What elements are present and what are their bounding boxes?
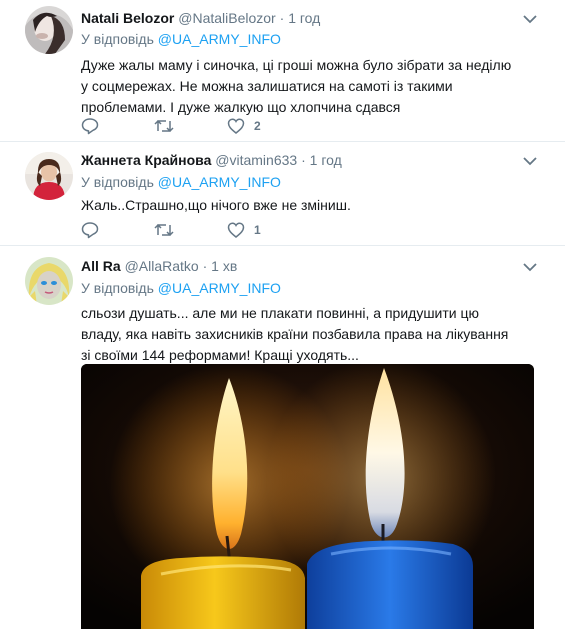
avatar[interactable] xyxy=(25,6,73,54)
like-button[interactable]: 1 xyxy=(227,221,261,239)
separator-dot: · xyxy=(301,152,306,168)
chevron-down-icon[interactable] xyxy=(523,262,537,272)
display-name[interactable]: Жаннета Крайнова xyxy=(81,152,211,168)
tweet-header: All Ra @AllaRatko · 1 хв xyxy=(81,258,237,274)
timestamp[interactable]: 1 год xyxy=(288,10,320,26)
tweet-text: сльози душать... але ми не плакати повин… xyxy=(81,305,509,363)
tweet-text: Дуже жалы маму і синочка, ці гроші можна… xyxy=(81,57,512,115)
reply-button[interactable] xyxy=(81,117,99,135)
retweet-button[interactable] xyxy=(154,117,174,135)
avatar[interactable] xyxy=(25,257,73,305)
reply-icon xyxy=(81,118,99,135)
separator-dot: · xyxy=(279,10,285,26)
reply-context: У відповідь @UA_ARMY_INFO xyxy=(81,174,281,190)
timestamp[interactable]: 1 хв xyxy=(211,258,237,274)
chevron-down-icon[interactable] xyxy=(523,156,537,166)
reply-icon xyxy=(81,222,99,239)
tweet-header: Natali Belozor @NataliBelozor · 1 год xyxy=(81,10,320,26)
like-button[interactable]: 2 xyxy=(227,117,261,135)
reply-button[interactable] xyxy=(81,221,99,239)
reply-context: У відповідь @UA_ARMY_INFO xyxy=(81,280,281,296)
tweet-2[interactable]: Жаннета Крайнова @vitamin633 · 1 год У в… xyxy=(0,142,565,246)
reply-context: У відповідь @UA_ARMY_INFO xyxy=(81,31,281,47)
reply-prefix: У відповідь xyxy=(81,31,154,47)
chevron-down-icon[interactable] xyxy=(523,14,537,24)
reply-to-link[interactable]: @UA_ARMY_INFO xyxy=(158,31,281,47)
reply-to-link[interactable]: @UA_ARMY_INFO xyxy=(158,280,281,296)
user-handle[interactable]: @NataliBelozor xyxy=(178,10,275,26)
retweet-icon xyxy=(154,223,174,237)
display-name[interactable]: All Ra xyxy=(81,258,121,274)
tweet-header: Жаннета Крайнова @vitamin633 · 1 год xyxy=(81,152,342,168)
tweet-media-image[interactable] xyxy=(81,364,534,629)
avatar[interactable] xyxy=(25,152,73,200)
reply-prefix: У відповідь xyxy=(81,280,154,296)
user-handle[interactable]: @AllaRatko xyxy=(125,258,199,274)
reply-to-link[interactable]: @UA_ARMY_INFO xyxy=(158,174,281,190)
tweet-3[interactable]: All Ra @AllaRatko · 1 хв У відповідь @UA… xyxy=(0,246,565,629)
like-count: 2 xyxy=(254,119,261,133)
candles-photo xyxy=(81,364,534,629)
like-count: 1 xyxy=(254,223,261,237)
timestamp[interactable]: 1 год xyxy=(310,152,342,168)
tweet-text: Жаль..Страшно,що нічого вже не зміниш. xyxy=(81,197,351,213)
tweet-1[interactable]: Natali Belozor @NataliBelozor · 1 год У … xyxy=(0,0,565,142)
like-icon xyxy=(227,118,245,134)
display-name[interactable]: Natali Belozor xyxy=(81,10,174,26)
like-icon xyxy=(227,222,245,238)
retweet-icon xyxy=(154,119,174,133)
retweet-button[interactable] xyxy=(154,221,174,239)
reply-prefix: У відповідь xyxy=(81,174,154,190)
user-handle[interactable]: @vitamin633 xyxy=(215,152,297,168)
separator-dot: · xyxy=(202,258,208,274)
